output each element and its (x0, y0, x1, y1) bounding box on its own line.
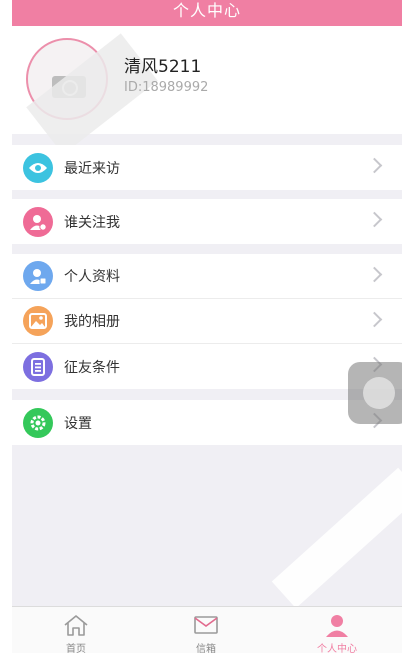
screen-edge (0, 0, 12, 653)
menu-item-label: 我的相册 (64, 314, 120, 330)
menu-item-my-album[interactable]: 我的相册 (12, 299, 402, 344)
home-icon (64, 615, 88, 636)
tab-personal-center[interactable]: 个人中心 (297, 607, 377, 653)
chevron-right-icon (366, 311, 383, 328)
menu-group-visits: 最近来访 (12, 145, 402, 190)
follower-icon (23, 206, 53, 237)
chevron-right-icon (366, 211, 383, 228)
menu-group-settings: 设置 (12, 400, 402, 445)
menu-item-settings[interactable]: 设置 (12, 400, 402, 445)
menu-item-friend-criteria[interactable]: 征友条件 (12, 344, 402, 389)
chevron-right-icon (366, 157, 383, 174)
menu-item-recent-visitors[interactable]: 最近来访 (12, 145, 402, 190)
tab-label: 信箱 (196, 644, 216, 653)
menu-item-label: 最近来访 (64, 160, 120, 177)
assistive-touch-button[interactable] (348, 362, 402, 424)
menu-item-label: 征友条件 (64, 359, 120, 376)
menu-item-label: 个人资料 (64, 269, 120, 285)
page-title: 个人中心 (172, 1, 241, 20)
app-screen: 个人中心 清风5211 ID:18989992 最近来访 谁关注我 个人资料 我… (12, 0, 402, 653)
list-icon (23, 351, 53, 382)
profile-card-icon (23, 261, 53, 291)
navigation-bar: 个人中心 (12, 0, 402, 26)
menu-item-followers[interactable]: 谁关注我 (12, 199, 402, 244)
tab-label: 个人中心 (317, 644, 357, 653)
menu-group-followers: 谁关注我 (12, 199, 402, 244)
tab-label: 首页 (66, 644, 86, 653)
profile-header[interactable]: 清风5211 ID:18989992 (12, 26, 402, 155)
menu-group-profile: 个人资料 我的相册 征友条件 (12, 254, 402, 389)
menu-item-personal-info[interactable]: 个人资料 (12, 254, 402, 299)
eye-icon (23, 152, 53, 183)
menu-item-label: 设置 (64, 415, 92, 432)
menu-item-label: 谁关注我 (64, 214, 120, 231)
chevron-right-icon (366, 266, 383, 283)
blur-overlay (271, 467, 402, 609)
album-icon (23, 306, 53, 336)
tab-home[interactable]: 首页 (36, 607, 116, 653)
tab-mailbox[interactable]: 信箱 (166, 607, 246, 653)
mail-icon (194, 616, 218, 634)
user-id: ID:18989992 (124, 80, 209, 95)
user-icon (326, 615, 348, 637)
tab-bar: 首页 信箱 个人中心 (12, 606, 402, 653)
gear-icon (23, 407, 53, 438)
user-name: 清风5211 (124, 57, 202, 77)
